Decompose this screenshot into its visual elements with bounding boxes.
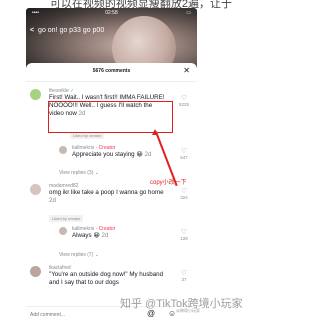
view-replies-link[interactable]: View replies (3) ⌄ xyxy=(59,170,99,176)
video-title: < go on! go p33 go p00 xyxy=(30,27,104,34)
close-icon[interactable]: ✕ xyxy=(183,66,190,75)
like-count: 128 xyxy=(180,236,188,241)
reply-time: 2d xyxy=(101,232,109,239)
like-count: 37 xyxy=(181,277,187,282)
annotation-text: copy小改一下 xyxy=(150,180,187,186)
comment-text: "You're an outside dog now!" My husband … xyxy=(49,271,164,286)
video-title-text: go on! go p33 go p00 xyxy=(38,27,105,34)
like-button[interactable]: ♡ 5225 xyxy=(177,95,191,107)
like-button[interactable]: ♡ 37 xyxy=(177,270,191,282)
annotation-arrowhead xyxy=(152,129,158,135)
comment-body: madamred82 omg ikr like take a poop I wa… xyxy=(49,183,167,205)
add-comment-input[interactable] xyxy=(30,310,130,319)
phone-screen: •••• 02:58 ▭ < go on! go p33 go p00 5676… xyxy=(26,8,197,322)
liked-by-creator-badge: Liked by creator xyxy=(49,215,84,222)
like-count: 547 xyxy=(180,155,188,160)
heart-icon: ♡ xyxy=(180,270,188,277)
back-arrow-icon[interactable]: < xyxy=(30,27,34,34)
heart-icon: ♡ xyxy=(180,229,188,236)
view-replies-link[interactable]: View replies (7) ⌄ xyxy=(59,252,99,258)
liked-by-creator-badge: Liked by creator xyxy=(70,132,105,139)
comment-text: omg ikr like take a poop I wanna go home… xyxy=(49,189,164,204)
comments-header: 5676 comments ✕ xyxy=(26,63,197,82)
reply-body: kallmekris · Creator Always 😀 2d xyxy=(72,226,167,240)
reply-text: Appreciate you staying 😀 2d xyxy=(72,151,152,158)
like-button[interactable]: ♡ 128 xyxy=(177,229,191,241)
comments-sheet: 5676 comments ✕ thesnikle ✓ First! Wait.… xyxy=(26,63,197,322)
like-button[interactable]: ♡ 324 xyxy=(177,188,191,200)
watermark-small: @跨境小玩家 xyxy=(176,308,201,313)
comment-count: 5676 comments xyxy=(92,68,131,74)
status-time: 02:58 xyxy=(105,10,118,16)
comment-body: tkaclafred "You're an outside dog now!" … xyxy=(49,265,167,287)
battery-icon: ▭ xyxy=(186,10,191,16)
heart-icon: ♡ xyxy=(180,95,188,102)
status-bar: •••• 02:58 ▭ xyxy=(26,8,197,18)
reply-text: Always 😀 2d xyxy=(72,232,109,239)
avatar[interactable] xyxy=(30,266,41,277)
like-count: 324 xyxy=(180,195,188,200)
heart-icon: ♡ xyxy=(180,148,188,155)
comment-item: madamred82 omg ikr like take a poop I wa… xyxy=(26,181,197,215)
reply-item: kallmekris · Creator Always 😀 2d ♡ 128 xyxy=(26,224,197,246)
like-count: 5225 xyxy=(178,102,189,107)
avatar[interactable] xyxy=(30,89,41,100)
reply-item: kallmekris · Creator Appreciate you stay… xyxy=(26,143,197,165)
heart-icon: ♡ xyxy=(180,188,188,195)
comment-time: 2d xyxy=(49,197,56,204)
reply-time: 2d xyxy=(144,151,152,158)
reply-body: kallmekris · Creator Appreciate you stay… xyxy=(72,145,167,159)
like-button[interactable]: ♡ 547 xyxy=(177,148,191,160)
avatar[interactable] xyxy=(59,227,67,235)
avatar[interactable] xyxy=(30,184,41,195)
avatar[interactable] xyxy=(59,146,67,154)
